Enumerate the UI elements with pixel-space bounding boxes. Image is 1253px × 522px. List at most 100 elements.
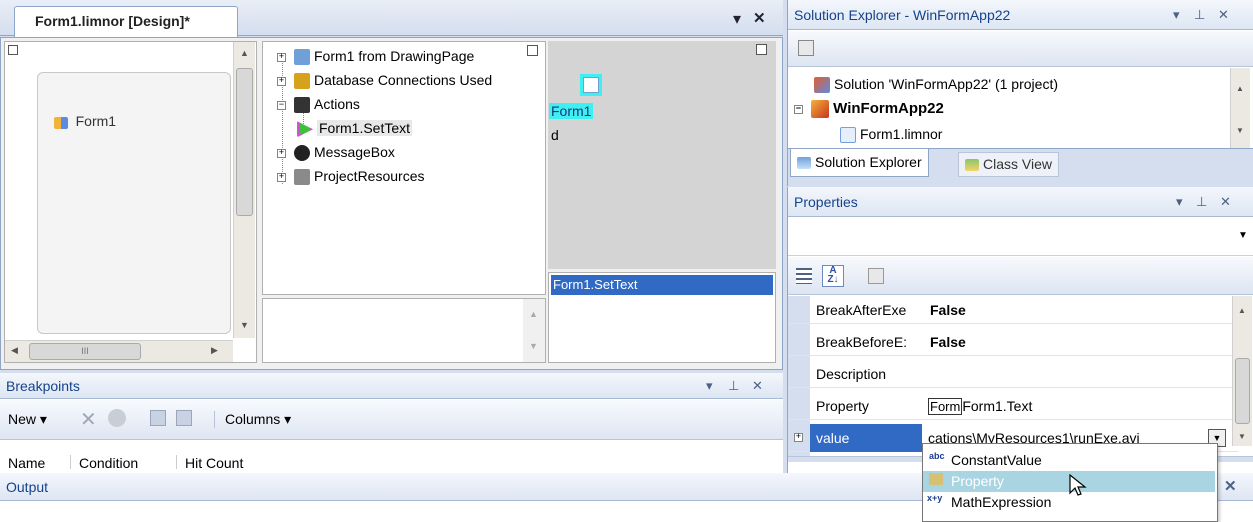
tree-item-form[interactable]: Form1.limnor bbox=[840, 126, 942, 144]
description-pane: ▲ ▼ bbox=[262, 298, 546, 363]
pin-icon[interactable]: ⊥ bbox=[1194, 0, 1205, 30]
tree-item-solution[interactable]: Solution 'WinFormApp22' (1 project) bbox=[814, 76, 1058, 94]
go-to-disassembly-icon[interactable] bbox=[176, 410, 192, 426]
tab-label: Solution Explorer bbox=[815, 154, 922, 170]
breakpoints-header: Name Condition Hit Count bbox=[0, 441, 783, 469]
hscroll-thumb[interactable]: III bbox=[29, 343, 141, 360]
tree-item-label: Actions bbox=[314, 96, 360, 112]
tree-item-form1-settext[interactable]: Form1.SetText bbox=[297, 120, 413, 138]
tab-label: Class View bbox=[983, 156, 1052, 172]
form-pane-hscroll[interactable]: ◀ III ▶ bbox=[5, 340, 233, 362]
new-button[interactable]: New ▾ bbox=[8, 411, 47, 428]
object-selector[interactable]: ▼ bbox=[788, 218, 1253, 256]
collapse-icon[interactable]: − bbox=[277, 100, 286, 110]
chevron-down-icon[interactable]: ▾ bbox=[1173, 0, 1180, 30]
tree-item-form-page[interactable]: + Form1 from DrawingPage bbox=[277, 48, 475, 66]
close-icon[interactable]: ✕ bbox=[1220, 187, 1231, 217]
tree-item-label: WinFormApp22 bbox=[833, 100, 944, 117]
close-icon[interactable]: ✕ bbox=[1218, 0, 1229, 30]
designer-panel: Form1.limnor [Design]* ▾ ✕ Form1 ▲ ▼ ◀ I… bbox=[0, 0, 783, 370]
column-header-name[interactable]: Name bbox=[8, 455, 45, 469]
collapse-icon[interactable]: − bbox=[794, 104, 803, 114]
expand-icon[interactable]: + bbox=[277, 148, 286, 158]
pin-icon[interactable]: ⊥ bbox=[728, 373, 739, 399]
scroll-up-icon[interactable]: ▲ bbox=[1236, 84, 1244, 93]
scroll-down-icon[interactable]: ▼ bbox=[240, 320, 249, 330]
scroll-down-icon[interactable]: ▼ bbox=[1238, 432, 1246, 441]
expand-icon[interactable]: + bbox=[794, 433, 803, 442]
columns-button[interactable]: Columns ▾ bbox=[214, 411, 291, 428]
scroll-thumb[interactable] bbox=[236, 68, 253, 216]
canvas-node-sub: d bbox=[551, 127, 559, 143]
prop-row-break-after[interactable]: BreakAfterExe False bbox=[788, 296, 1238, 324]
designer-tab[interactable]: Form1.limnor [Design]* bbox=[14, 6, 238, 37]
scroll-up-icon[interactable]: ▲ bbox=[240, 48, 249, 58]
menu-item-constant-value[interactable]: abc ConstantValue bbox=[923, 450, 1215, 471]
info-icon bbox=[294, 145, 310, 162]
breakpoint-gear-icon[interactable] bbox=[108, 409, 126, 427]
tree-item-label: Form1 from DrawingPage bbox=[314, 48, 475, 64]
prop-row-description[interactable]: Description bbox=[788, 360, 1238, 388]
tree-item-database-connections[interactable]: + Database Connections Used bbox=[277, 72, 492, 90]
chevron-down-icon[interactable]: ▼ bbox=[1238, 230, 1248, 241]
prop-row-property[interactable]: Property Form Form1.Text bbox=[788, 392, 1238, 420]
form-pane: Form1 ▲ ▼ ◀ III ▶ bbox=[4, 41, 257, 363]
solution-tree-vscroll[interactable]: ▲ ▼ bbox=[1230, 68, 1250, 148]
properties-toolbar: A Z↓ bbox=[788, 257, 1253, 295]
menu-item-label: MathExpression bbox=[951, 494, 1052, 510]
component-tree-pane: + Form1 from DrawingPage + Database Connect… bbox=[262, 41, 546, 295]
expand-icon[interactable]: + bbox=[277, 172, 286, 182]
categorized-icon[interactable] bbox=[796, 268, 812, 284]
form-pane-vscroll[interactable]: ▲ ▼ bbox=[233, 42, 255, 338]
delete-icon[interactable]: ✕ bbox=[80, 407, 97, 432]
tab-solution-explorer[interactable]: Solution Explorer bbox=[790, 149, 929, 177]
description-vscroll[interactable]: ▲ ▼ bbox=[523, 299, 545, 362]
prop-row-break-before[interactable]: BreakBeforeE: False bbox=[788, 328, 1238, 356]
maximize-icon[interactable] bbox=[527, 45, 538, 56]
scroll-up-icon[interactable]: ▲ bbox=[529, 309, 538, 319]
properties-icon[interactable] bbox=[798, 40, 814, 56]
tab-class-view[interactable]: Class View bbox=[958, 152, 1059, 177]
form-item[interactable]: Form1 bbox=[54, 113, 116, 129]
chevron-down-icon[interactable]: ▾ bbox=[1176, 187, 1183, 217]
tree-item-label: Form1.SetText bbox=[317, 120, 413, 136]
sort-alpha-icon[interactable]: A Z↓ bbox=[822, 265, 844, 287]
pin-icon[interactable]: ⊥ bbox=[1196, 187, 1207, 217]
tree-item-project-resources[interactable]: + ProjectResources bbox=[277, 168, 425, 186]
column-header-hit-count[interactable]: Hit Count bbox=[176, 455, 243, 469]
solution-tree: Solution 'WinFormApp22' (1 project) − Wi… bbox=[788, 68, 1253, 148]
scroll-right-icon[interactable]: ▶ bbox=[211, 345, 218, 356]
scroll-down-icon[interactable]: ▼ bbox=[529, 341, 538, 351]
action-list-item[interactable]: Form1.SetText bbox=[551, 275, 773, 295]
close-icon[interactable]: ✕ bbox=[1224, 473, 1237, 501]
canvas-node-label[interactable]: Form1 bbox=[549, 103, 594, 119]
tree-item-messagebox[interactable]: + MessageBox bbox=[277, 144, 395, 162]
prop-name: value bbox=[810, 424, 922, 452]
scroll-thumb[interactable] bbox=[1235, 358, 1250, 424]
constant-value-icon: abc bbox=[929, 451, 945, 461]
prop-value[interactable]: Form Form1.Text bbox=[928, 392, 1032, 421]
prop-name: BreakAfterExe bbox=[816, 302, 907, 318]
form-prefix-chip: Form bbox=[928, 398, 963, 415]
maximize-icon[interactable] bbox=[8, 45, 18, 55]
action-arrow-icon bbox=[297, 121, 313, 138]
property-grid-vscroll[interactable]: ▲ ▼ bbox=[1232, 296, 1252, 446]
scroll-down-icon[interactable]: ▼ bbox=[1236, 126, 1244, 135]
expand-icon[interactable]: + bbox=[277, 76, 286, 86]
column-header-condition[interactable]: Condition bbox=[70, 455, 138, 469]
go-to-source-icon[interactable] bbox=[150, 410, 166, 426]
prop-value: False bbox=[930, 334, 966, 350]
close-icon[interactable]: ✕ bbox=[752, 373, 763, 399]
chevron-down-icon[interactable]: ▾ bbox=[706, 373, 713, 399]
property-pages-icon[interactable] bbox=[868, 268, 884, 284]
scroll-up-icon[interactable]: ▲ bbox=[1238, 306, 1246, 315]
scroll-left-icon[interactable]: ◀ bbox=[11, 345, 18, 356]
maximize-icon[interactable] bbox=[756, 44, 767, 55]
tree-item-project[interactable]: − WinFormApp22 bbox=[794, 100, 944, 119]
close-icon[interactable]: ✕ bbox=[753, 9, 766, 27]
tree-item-actions[interactable]: − Actions bbox=[277, 96, 360, 114]
prop-name: Description bbox=[816, 366, 887, 382]
expand-icon[interactable]: + bbox=[277, 52, 286, 62]
canvas-node-icon[interactable] bbox=[580, 74, 602, 96]
chevron-down-icon[interactable]: ▾ bbox=[733, 9, 741, 29]
